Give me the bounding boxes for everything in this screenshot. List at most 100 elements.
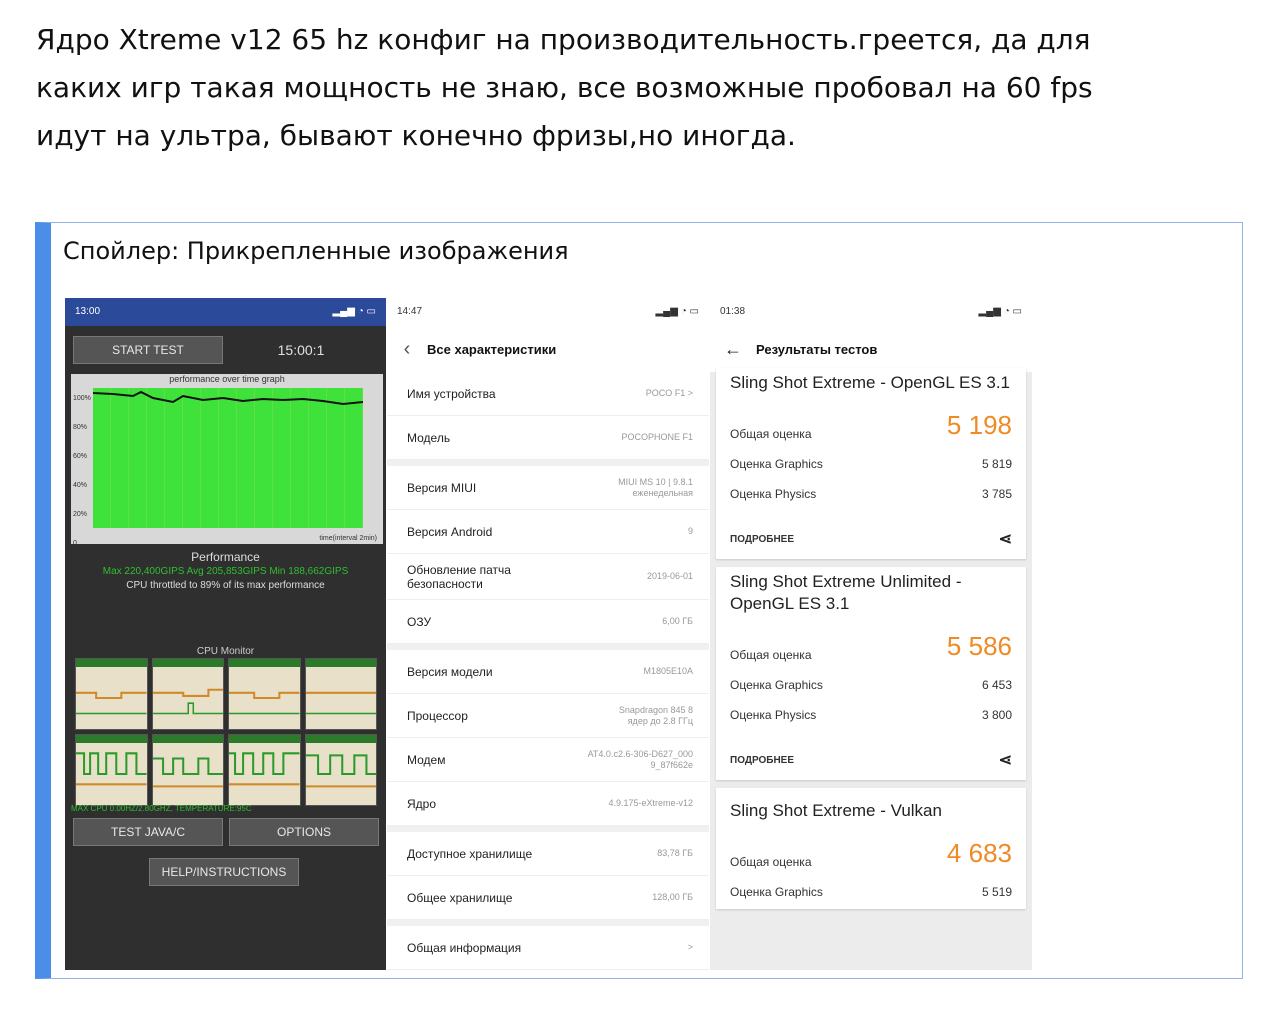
spec-value: POCOPHONE F1	[621, 432, 693, 442]
max-cpu-text: MAX CPU 0.00HZ/2.80GHZ, TEMPERATURE:95C	[71, 804, 252, 813]
spec-value: MIUI MS 10 | 9.8.1 еженедельная	[618, 476, 693, 498]
spec-row: Модем AT4.0.c2.6-306-D627_0009_87f662e	[387, 738, 709, 782]
spec-value: AT4.0.c2.6-306-D627_0009_87f662e	[587, 748, 693, 770]
back-arrow-icon[interactable]: ←	[710, 339, 756, 360]
y-label: 40%	[73, 482, 88, 489]
post-line: идут на ультра, бывают конечно фризы,но …	[36, 119, 796, 152]
screenshot-device-specs[interactable]: 14:47 ▂▄▆ ◔ ▭ ‹ Все характеристики Имя у…	[387, 298, 709, 970]
physics-label: Оценка Physics	[730, 487, 817, 501]
graphics-score: 5 819	[981, 457, 1012, 471]
specs-group: Общая информация >	[387, 926, 709, 970]
back-icon[interactable]: ‹	[387, 338, 427, 361]
score-label: Общая оценка	[730, 855, 812, 869]
status-icons: ▂▄▆ ◔ ▭	[332, 306, 376, 317]
score-label: Общая оценка	[730, 427, 812, 441]
test-java-button[interactable]: TEST JAVA/C	[73, 818, 223, 846]
test-name: Sling Shot Extreme Unlimited - OpenGL ES…	[730, 572, 962, 613]
spec-row: Доступное хранилище 83,78 ГБ	[387, 832, 709, 876]
screenshot-cpu-throttle[interactable]: 13:00 ▂▄▆ ◔ ▭ START TEST 15:00:1 perform…	[65, 298, 386, 970]
graphics-score: 5 519	[981, 885, 1012, 899]
status-bar: 13:00 ▂▄▆ ◔ ▭	[65, 298, 386, 326]
spec-row: Версия модели M1805E10A	[387, 650, 709, 694]
spec-row: Процессор Snapdragon 845 8 ядер до 2.8 ГГ…	[387, 694, 709, 738]
test-name: Sling Shot Extreme - OpenGL ES 3.1	[730, 373, 1011, 392]
spec-value: 6,00 ГБ	[662, 616, 693, 626]
performance-label: Performance	[191, 550, 260, 564]
spec-row: Общее хранилище 128,00 ГБ	[387, 876, 709, 920]
share-icon[interactable]: ⋖	[999, 750, 1012, 770]
physics-score: 3 785	[981, 487, 1012, 501]
spec-key: Версия Android	[407, 524, 493, 539]
specs-group: Версия MIUI MIUI MS 10 | 9.8.1 еженедельн…	[387, 466, 709, 644]
spec-key: Доступное хранилище	[407, 846, 533, 861]
spec-key: Версия MIUI	[407, 480, 477, 495]
options-button[interactable]: OPTIONS	[229, 818, 379, 846]
details-link[interactable]: ПОДРОБНЕЕ	[730, 755, 794, 766]
screenshot-test-results[interactable]: 01:38 ▂▄▆ ◔ ▭ ← Результаты тестов Sling …	[710, 298, 1032, 970]
help-button[interactable]: HELP/INSTRUCTIONS	[149, 858, 299, 886]
spec-key: Общая информация	[407, 940, 522, 955]
spec-value: Snapdragon 845 8 ядер до 2.8 ГГц	[618, 704, 693, 726]
spec-value: 2019-06-01	[646, 571, 693, 581]
spec-key: Обновление патча безопасности	[407, 562, 511, 591]
spec-value: 83,78 ГБ	[657, 848, 693, 858]
specs-group: Имя устройства POCO F1 > Модель POCOPHONE …	[387, 372, 709, 460]
total-score: 4 683	[946, 838, 1012, 868]
timer: 15:00:1	[277, 342, 325, 358]
status-time: 13:00	[75, 306, 101, 317]
spec-key: Модель	[407, 430, 451, 445]
result-card: Sling Shot Extreme Unlimited - OpenGL ES…	[716, 567, 1026, 780]
results-header: ← Результаты тестов	[710, 326, 1032, 372]
cpu-core-chart	[151, 734, 224, 806]
cpu-monitor-grid	[75, 658, 377, 806]
spec-row: Версия MIUI MIUI MS 10 | 9.8.1 еженедельн…	[387, 466, 709, 510]
cpu-core-chart	[75, 734, 148, 806]
graph-bars	[92, 388, 364, 528]
result-card: Sling Shot Extreme - Vulkan Общая оценка…	[716, 788, 1026, 909]
post-text: Ядро Xtreme v12 65 hz конфиг на производ…	[36, 16, 1236, 160]
total-score: 5 198	[946, 410, 1012, 440]
total-score: 5 586	[946, 631, 1012, 661]
y-label: 20%	[73, 511, 88, 518]
spec-key: ОЗУ	[407, 614, 432, 629]
status-bar: 01:38 ▂▄▆ ◔ ▭	[710, 298, 1032, 326]
status-icons: ▂▄▆ ◔ ▭	[655, 306, 699, 317]
cpu-core-chart	[304, 734, 377, 806]
spec-row[interactable]: Общая информация >	[387, 926, 709, 970]
graphics-score: 6 453	[981, 678, 1012, 692]
graph-footer: time(interval 2min)	[319, 535, 377, 542]
physics-score: 3 800	[981, 708, 1012, 722]
cpu-core-chart	[228, 734, 301, 806]
spec-value: 128,00 ГБ	[652, 892, 693, 902]
spec-row: Модель POCOPHONE F1	[387, 416, 709, 460]
spec-row: ОЗУ 6,00 ГБ	[387, 600, 709, 644]
spoiler-title[interactable]: Спойлер: Прикрепленные изображения	[63, 237, 569, 265]
status-time: 01:38	[720, 306, 746, 317]
specs-title: Все характеристики	[427, 341, 557, 357]
spec-value: >	[687, 942, 693, 952]
graphics-label: Оценка Graphics	[730, 457, 823, 471]
graph-y-labels: 100% 80% 60% 40% 20% 0	[73, 384, 91, 558]
spec-key: Имя устройства	[407, 386, 496, 401]
graph-title: performance over time graph	[169, 374, 285, 384]
cpu-monitor-label: CPU Monitor	[196, 646, 255, 657]
specs-header: ‹ Все характеристики	[387, 326, 709, 372]
graph-line	[92, 390, 364, 406]
details-link[interactable]: ПОДРОБНЕЕ	[730, 534, 794, 545]
spec-row[interactable]: Имя устройства POCO F1 >	[387, 372, 709, 416]
throttle-text: CPU throttled to 89% of its max performa…	[126, 580, 325, 591]
score-label: Общая оценка	[730, 648, 812, 662]
spec-value: POCO F1 >	[645, 388, 693, 398]
test-name: Sling Shot Extreme - Vulkan	[730, 801, 942, 820]
spec-key: Модем	[407, 752, 446, 767]
spec-key: Ядро	[407, 796, 437, 811]
spec-key: Версия модели	[407, 664, 493, 679]
y-label: 60%	[73, 453, 88, 460]
cpu-core-chart	[304, 658, 377, 730]
share-icon[interactable]: ⋖	[999, 529, 1012, 549]
start-test-button[interactable]: START TEST	[73, 336, 223, 364]
y-label: 100%	[73, 395, 91, 402]
spec-value: 9	[687, 526, 693, 536]
result-card: Sling Shot Extreme - OpenGL ES 3.1 Общая…	[716, 368, 1026, 559]
results-title: Результаты тестов	[756, 341, 878, 357]
